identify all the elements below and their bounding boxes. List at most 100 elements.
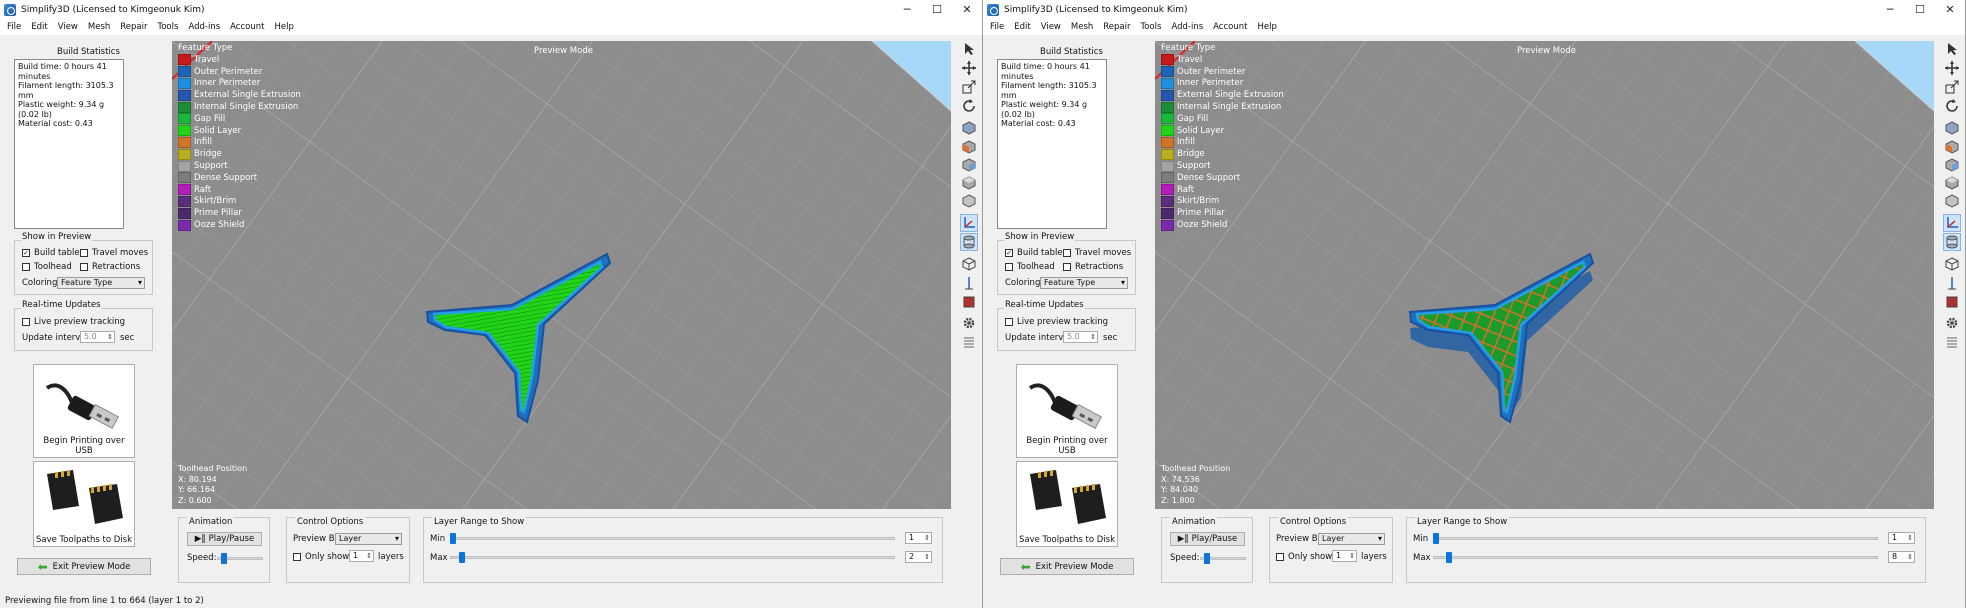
maximize-icon[interactable]: ☐: [922, 0, 952, 19]
max-layer-slider-track[interactable]: [450, 556, 895, 559]
close-icon[interactable]: ✕: [1935, 0, 1965, 19]
menu-account[interactable]: Account: [225, 22, 269, 32]
min-layer-slider-track[interactable]: [1433, 537, 1878, 540]
title-bar[interactable]: Simplify3D (Licensed to Kimgeonuk Kim) ─…: [0, 0, 982, 19]
menu-edit[interactable]: Edit: [1009, 22, 1035, 32]
exit-preview-mode-button[interactable]: ⬅ Exit Preview Mode: [1000, 558, 1134, 575]
menu-view[interactable]: View: [53, 22, 83, 32]
minimize-icon[interactable]: ─: [1875, 0, 1905, 19]
begin-printing-usb-button[interactable]: Begin Printing over USB: [1016, 364, 1118, 458]
play-pause-button[interactable]: ▶‖ Play/Pause: [1170, 532, 1245, 546]
speed-slider-thumb[interactable]: [221, 553, 227, 564]
toolhead-checkbox[interactable]: Toolhead: [22, 262, 72, 272]
max-layer-slider-thumb[interactable]: [458, 552, 465, 563]
view-iso-icon[interactable]: [960, 119, 978, 137]
build-table-checkbox[interactable]: ✓ Build table: [1005, 248, 1063, 258]
coloring-select[interactable]: Feature Type: [57, 277, 145, 289]
layer-view-icon[interactable]: [960, 333, 978, 351]
preview-viewport[interactable]: Feature Type Travel Outer Perimeter Inner …: [1155, 41, 1934, 509]
select-cursor-icon[interactable]: [960, 40, 978, 58]
travel-moves-checkbox[interactable]: Travel moves: [1063, 248, 1131, 258]
travel-moves-checkbox[interactable]: Travel moves: [80, 248, 148, 258]
wireframe-icon[interactable]: [1943, 255, 1961, 273]
menu-mesh[interactable]: Mesh: [1066, 22, 1098, 32]
view-front-icon[interactable]: [960, 138, 978, 156]
max-layer-slider-thumb[interactable]: [1446, 552, 1453, 563]
build-statistics-box[interactable]: Build time: 0 hours 41 minutes Filament …: [997, 59, 1107, 229]
menu-mesh[interactable]: Mesh: [83, 22, 115, 32]
material-icon[interactable]: [960, 293, 978, 311]
move-icon[interactable]: [960, 59, 978, 77]
begin-printing-usb-button[interactable]: Begin Printing over USB: [33, 364, 135, 458]
update-interval-spinbox[interactable]: 5.0: [1063, 331, 1098, 343]
preview-viewport[interactable]: Feature Type Travel Outer Perimeter Inner …: [172, 41, 951, 509]
save-toolpaths-button[interactable]: Save Toolpaths to Disk: [1016, 461, 1118, 547]
wireframe-icon[interactable]: [960, 255, 978, 273]
view-bottom-icon[interactable]: [1943, 192, 1961, 210]
build-table-checkbox[interactable]: ✓ Build table: [22, 248, 80, 258]
minimize-icon[interactable]: ─: [892, 0, 922, 19]
menu-repair[interactable]: Repair: [1098, 22, 1135, 32]
max-layer-spinbox[interactable]: 2: [905, 551, 932, 563]
update-interval-spinbox[interactable]: 5.0: [80, 331, 115, 343]
menu-view[interactable]: View: [1036, 22, 1066, 32]
only-show-spinbox[interactable]: 1: [1332, 550, 1357, 562]
rotate-icon[interactable]: [1943, 97, 1961, 115]
menu-file[interactable]: File: [985, 22, 1009, 32]
move-icon[interactable]: [1943, 59, 1961, 77]
menu-edit[interactable]: Edit: [26, 22, 52, 32]
max-layer-spinbox[interactable]: 8: [1888, 551, 1915, 563]
only-show-checkbox[interactable]: Only show: [293, 552, 349, 562]
coloring-select[interactable]: Feature Type: [1040, 277, 1128, 289]
save-toolpaths-button[interactable]: Save Toolpaths to Disk: [33, 461, 135, 547]
menu-tools[interactable]: Tools: [1135, 22, 1166, 32]
cross-section-icon[interactable]: [960, 274, 978, 292]
menu-help[interactable]: Help: [1252, 22, 1281, 32]
speed-slider-thumb[interactable]: [1204, 553, 1210, 564]
rotate-icon[interactable]: [960, 97, 978, 115]
maximize-icon[interactable]: ☐: [1905, 0, 1935, 19]
axes-icon[interactable]: [960, 214, 978, 232]
menu-account[interactable]: Account: [1208, 22, 1252, 32]
cross-section-icon[interactable]: [1943, 274, 1961, 292]
menu-repair[interactable]: Repair: [115, 22, 152, 32]
view-side-icon[interactable]: [960, 156, 978, 174]
live-preview-tracking-checkbox[interactable]: Live preview tracking: [1005, 317, 1108, 327]
view-top-icon[interactable]: [960, 174, 978, 192]
select-cursor-icon[interactable]: [1943, 40, 1961, 58]
min-layer-spinbox[interactable]: 1: [905, 532, 932, 544]
play-pause-button[interactable]: ▶‖ Play/Pause: [187, 532, 262, 546]
retractions-checkbox[interactable]: Retractions: [1063, 262, 1123, 272]
preview-by-select[interactable]: Layer: [1318, 533, 1385, 545]
view-front-icon[interactable]: [1943, 138, 1961, 156]
title-bar[interactable]: Simplify3D (Licensed to Kimgeonuk Kim) ─…: [983, 0, 1965, 19]
live-preview-tracking-checkbox[interactable]: Live preview tracking: [22, 317, 125, 327]
scale-icon[interactable]: [960, 78, 978, 96]
build-volume-icon[interactable]: [1943, 233, 1961, 251]
build-volume-icon[interactable]: [960, 233, 978, 251]
material-icon[interactable]: [1943, 293, 1961, 311]
view-bottom-icon[interactable]: [960, 192, 978, 210]
max-layer-slider-track[interactable]: [1433, 556, 1878, 559]
exit-preview-mode-button[interactable]: ⬅ Exit Preview Mode: [17, 558, 151, 575]
view-side-icon[interactable]: [1943, 156, 1961, 174]
settings-gear-icon[interactable]: [960, 314, 978, 332]
close-icon[interactable]: ✕: [952, 0, 982, 19]
build-statistics-box[interactable]: Build time: 0 hours 41 minutes Filament …: [14, 59, 124, 229]
menu-add-ins[interactable]: Add-ins: [1166, 22, 1208, 32]
only-show-checkbox[interactable]: Only show: [1276, 552, 1332, 562]
menu-help[interactable]: Help: [269, 22, 298, 32]
view-top-icon[interactable]: [1943, 174, 1961, 192]
min-layer-slider-thumb[interactable]: [450, 533, 456, 544]
menu-tools[interactable]: Tools: [152, 22, 183, 32]
scale-icon[interactable]: [1943, 78, 1961, 96]
min-layer-slider-thumb[interactable]: [1433, 533, 1439, 544]
min-layer-slider-track[interactable]: [450, 537, 895, 540]
menu-file[interactable]: File: [2, 22, 26, 32]
axes-icon[interactable]: [1943, 214, 1961, 232]
toolhead-checkbox[interactable]: Toolhead: [1005, 262, 1055, 272]
min-layer-spinbox[interactable]: 1: [1888, 532, 1915, 544]
preview-by-select[interactable]: Layer: [335, 533, 402, 545]
layer-view-icon[interactable]: [1943, 333, 1961, 351]
menu-add-ins[interactable]: Add-ins: [183, 22, 225, 32]
